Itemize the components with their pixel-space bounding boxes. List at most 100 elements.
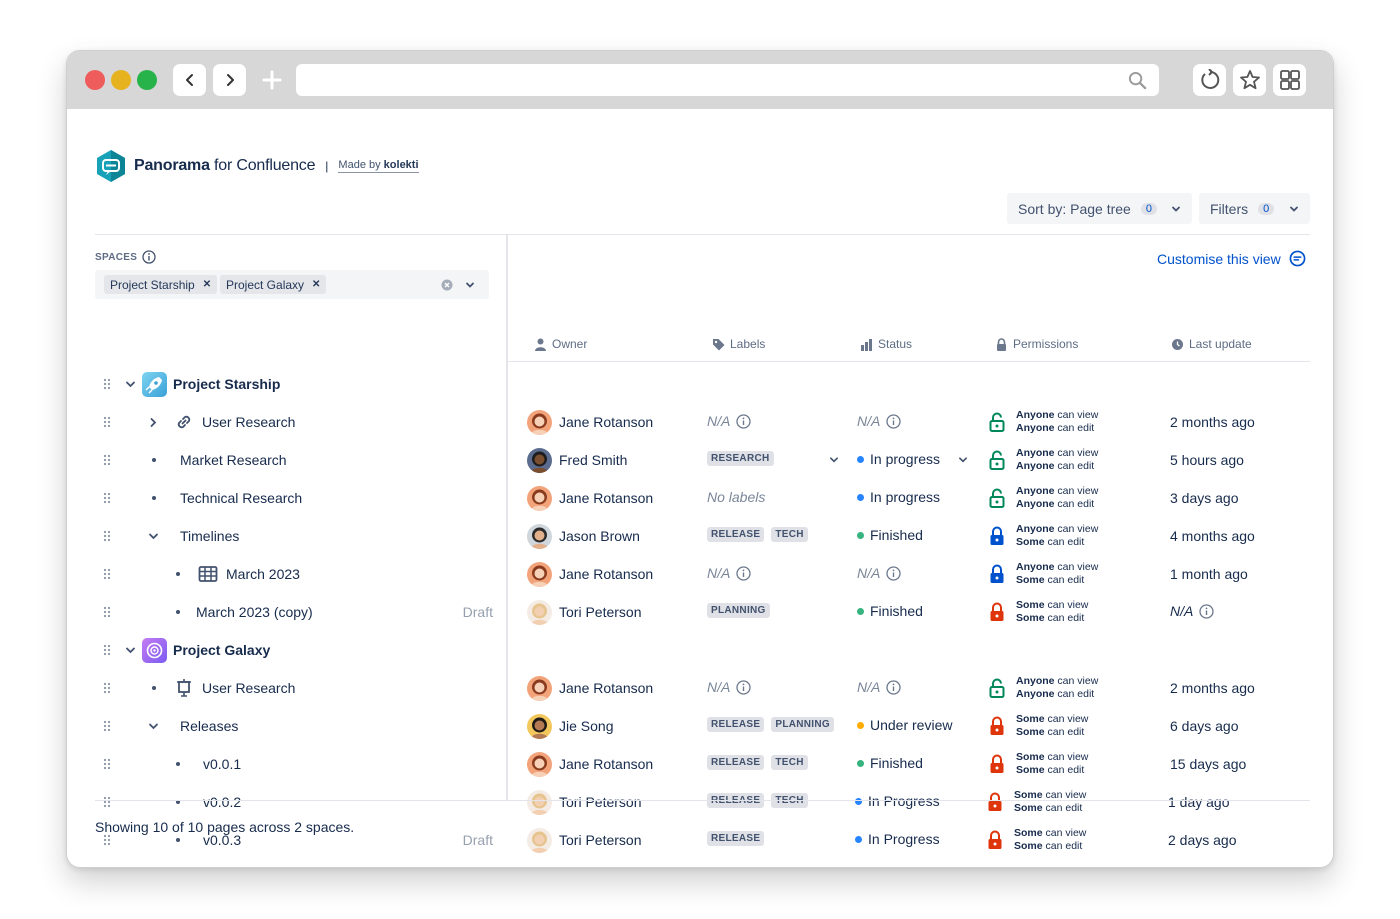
table-row[interactable]: Jie Song RELEASE PLANNING Under review Some … xyxy=(508,707,1310,745)
drag-handle-icon[interactable] xyxy=(103,492,111,504)
info-icon[interactable] xyxy=(886,565,901,581)
label-tag[interactable]: RELEASE xyxy=(707,831,765,846)
page-tree-row[interactable]: March 2023 xyxy=(95,555,507,593)
drag-handle-icon[interactable] xyxy=(103,606,111,618)
drag-handle-icon[interactable] xyxy=(103,530,111,542)
drag-handle-icon[interactable] xyxy=(103,720,111,732)
maximize-window-button[interactable] xyxy=(137,70,157,90)
drag-handle-icon[interactable] xyxy=(103,758,111,770)
drag-handle-icon[interactable] xyxy=(103,682,111,694)
status-dropdown-icon[interactable] xyxy=(958,455,968,465)
bookmark-button[interactable] xyxy=(1233,64,1266,96)
tab-overview-button[interactable] xyxy=(1273,64,1306,96)
page-title: Technical Research xyxy=(180,490,303,506)
edit-who: Anyone xyxy=(1016,498,1055,510)
space-tree-row[interactable]: Project Galaxy xyxy=(95,631,507,669)
info-icon[interactable] xyxy=(736,413,751,429)
back-button[interactable] xyxy=(173,64,206,96)
new-tab-button[interactable] xyxy=(259,64,285,96)
drag-handle-icon[interactable] xyxy=(103,834,111,846)
chevron-down-icon[interactable] xyxy=(148,531,159,542)
sort-button[interactable]: Sort by: Page tree 0 xyxy=(1007,193,1192,224)
drag-handle-icon[interactable] xyxy=(103,796,111,808)
table-row[interactable]: Tori Peterson PLANNING Finished Some can vi… xyxy=(508,593,1310,631)
info-icon[interactable] xyxy=(142,250,156,264)
page-tree-row[interactable]: March 2023 (copy) Draft xyxy=(95,593,507,631)
close-window-button[interactable] xyxy=(85,70,105,90)
label-tag[interactable]: PLANNING xyxy=(771,717,834,732)
status-na: N/A xyxy=(857,679,901,695)
reload-button[interactable] xyxy=(1193,64,1226,96)
info-icon[interactable] xyxy=(736,679,751,695)
drag-handle-icon[interactable] xyxy=(103,416,111,428)
avatar-image xyxy=(531,413,548,435)
column-status[interactable]: Status xyxy=(860,337,912,351)
address-bar[interactable] xyxy=(296,64,1159,96)
remove-chip-icon[interactable]: ✕ xyxy=(312,279,320,290)
table-row[interactable]: Jason Brown RELEASE TECH Finished Anyone can… xyxy=(508,517,1310,555)
label-tag[interactable]: RELEASE xyxy=(707,527,765,542)
drag-handle-icon[interactable] xyxy=(103,568,111,580)
customise-view-link[interactable]: Customise this view xyxy=(1157,250,1306,267)
table-row[interactable]: Jane Rotanson N/A N/A Anyone can view Anyone… xyxy=(508,403,1310,441)
page-tree-row[interactable]: Technical Research xyxy=(95,479,507,517)
chevron-right-icon[interactable] xyxy=(148,417,159,428)
edit-permission: Anyone can edit xyxy=(1016,498,1098,511)
table-row[interactable]: Jane Rotanson RELEASE TECH Finished Some can… xyxy=(508,745,1310,783)
labels-cell: RELEASE PLANNING xyxy=(707,717,841,732)
remove-chip-icon[interactable]: ✕ xyxy=(203,279,211,290)
table-row[interactable]: Fred Smith RESEARCH In progress Anyone can … xyxy=(508,441,1310,479)
last-update: 5 hours ago xyxy=(1170,452,1244,468)
drag-handle-icon[interactable] xyxy=(103,378,111,390)
star-icon xyxy=(1239,70,1260,90)
info-icon[interactable] xyxy=(886,679,901,695)
page-tree-row[interactable]: User Research xyxy=(95,669,507,707)
minimize-window-button[interactable] xyxy=(111,70,131,90)
column-last-update[interactable]: Last update xyxy=(1171,337,1252,351)
made-by-link[interactable]: Made by kolekti xyxy=(338,159,419,173)
page-tree-row[interactable]: Timelines xyxy=(95,517,507,555)
page-tree-row[interactable]: v0.0.1 xyxy=(95,745,507,783)
column-labels[interactable]: Labels xyxy=(712,337,765,351)
info-icon[interactable] xyxy=(886,413,901,429)
column-permissions[interactable]: Permissions xyxy=(995,337,1078,351)
column-owner[interactable]: Owner xyxy=(534,337,587,351)
labels-dropdown-icon[interactable] xyxy=(829,455,839,465)
label-tag[interactable]: TECH xyxy=(771,527,808,542)
view-text: can view xyxy=(1054,409,1099,421)
owner-name: Tori Peterson xyxy=(559,794,642,810)
spaces-heading-text: SPACES xyxy=(95,251,138,263)
last-update: 1 month ago xyxy=(1170,566,1248,582)
table-row[interactable]: Jane Rotanson No labels In progress Anyone … xyxy=(508,479,1310,517)
label-tag[interactable]: PLANNING xyxy=(707,603,770,618)
page-tree-row[interactable]: v0.0.2 xyxy=(95,783,507,821)
label-tag[interactable]: RELEASE xyxy=(707,755,765,770)
chevron-down-icon[interactable] xyxy=(125,645,136,656)
label-tag[interactable]: RESEARCH xyxy=(707,451,774,466)
forward-button[interactable] xyxy=(213,64,246,96)
table-row[interactable]: Jane Rotanson N/A N/A Anyone can view Some c… xyxy=(508,555,1310,593)
chevron-down-icon[interactable] xyxy=(465,280,475,290)
page-tree-row[interactable]: User Research xyxy=(95,403,507,441)
chevron-down-icon[interactable] xyxy=(148,721,159,732)
clear-icon[interactable] xyxy=(441,279,453,291)
table-row[interactable]: Jane Rotanson N/A N/A Anyone can view Anyone… xyxy=(508,669,1310,707)
drag-handle-icon[interactable] xyxy=(103,644,111,656)
drag-handle-icon[interactable] xyxy=(103,454,111,466)
info-icon[interactable] xyxy=(1199,603,1214,619)
spaces-select[interactable]: Project Starship ✕ Project Galaxy ✕ xyxy=(95,270,489,299)
chevron-down-icon[interactable] xyxy=(125,379,136,390)
label-tag[interactable]: RELEASE xyxy=(707,717,765,732)
sort-label: Sort by: Page tree xyxy=(1018,200,1131,217)
table-row[interactable]: Tori Peterson RELEASE In Progress Some can … xyxy=(508,821,1310,859)
label-tag[interactable]: TECH xyxy=(771,755,808,770)
page-tree-row[interactable]: Market Research xyxy=(95,441,507,479)
edit-permission: Some can edit xyxy=(1016,536,1098,549)
filters-button[interactable]: Filters 0 xyxy=(1199,193,1310,224)
table-row[interactable]: Tori PetersonRELEASETECHIn ProgressSome … xyxy=(508,783,1310,821)
info-icon[interactable] xyxy=(736,565,751,581)
page-tree-row[interactable]: Releases xyxy=(95,707,507,745)
labels-na: N/A xyxy=(707,565,751,581)
view-permission: Anyone can view xyxy=(1016,675,1098,688)
space-tree-row[interactable]: Project Starship xyxy=(95,365,507,403)
